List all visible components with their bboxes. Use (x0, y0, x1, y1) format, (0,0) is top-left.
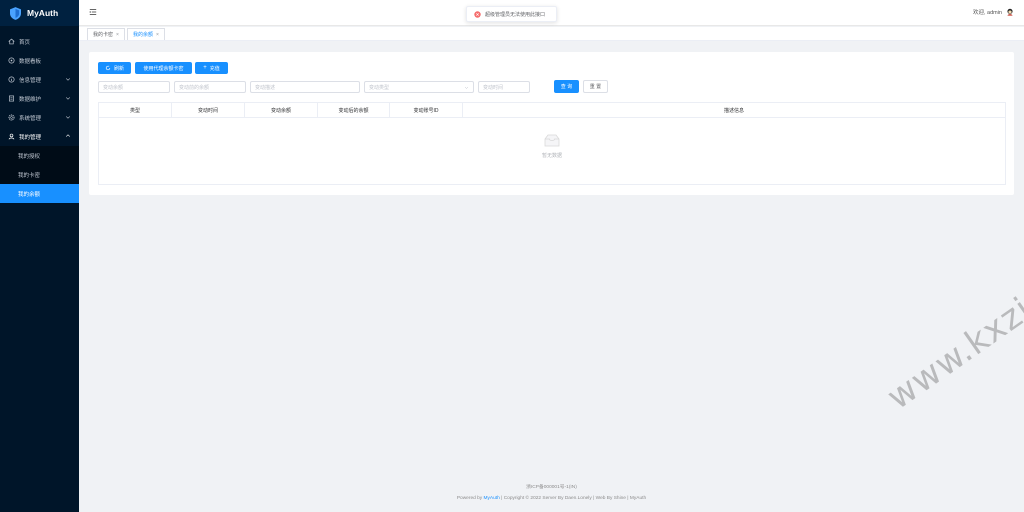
sidebar-item-label: 数据看板 (19, 58, 42, 65)
placeholder: 变动描述 (255, 84, 276, 91)
info-icon (8, 76, 15, 83)
table-header: 类型 变动时间 变动余额 变动后的余额 变动账号ID 描述信息 (99, 103, 1005, 118)
use-agent-card-button[interactable]: 使用代理余额卡密 (135, 62, 192, 74)
watermark: www.kxzi.cn (880, 258, 1024, 418)
chevron-down-icon (65, 97, 71, 100)
placeholder: 变动类型 (369, 84, 390, 91)
myauth-link[interactable]: MyAuth (484, 496, 500, 501)
sidebar-item-info-management[interactable]: 信息管理 (0, 70, 79, 89)
recharge-label: 充值 (209, 65, 220, 72)
menu-toggle-icon[interactable] (89, 8, 97, 16)
chevron-up-icon (65, 134, 71, 137)
user-icon (8, 133, 15, 140)
empty-state: 暂无数据 (99, 133, 1005, 159)
search-button[interactable]: 查 询 (554, 80, 579, 93)
icp-link[interactable]: 浙ICP备000001号-1(IN) (79, 482, 1024, 493)
empty-box-icon (544, 134, 560, 147)
sidebar-item-label: 我的余额 (18, 191, 41, 198)
placeholder: 变动时间 (483, 84, 504, 91)
error-circle-icon (474, 10, 481, 18)
balance-table: 类型 变动时间 变动余额 变动后的余额 变动账号ID 描述信息 暂无数据 (98, 102, 1006, 185)
change-description-input[interactable]: 变动描述 (250, 81, 360, 93)
sidebar-item-home[interactable]: 首页 (0, 32, 79, 51)
chevron-down-icon (65, 78, 71, 81)
tab-my-cards[interactable]: 我的卡密 × (87, 28, 125, 40)
tab-my-balance[interactable]: 我的余额 × (126, 28, 165, 40)
placeholder: 变动余额 (103, 84, 124, 91)
column-header[interactable]: 变动账号ID (390, 103, 463, 118)
main-card: 刷新 使用代理余额卡密 + 充值 变动余额 变动前的余额 变动描述 变动类型 变… (89, 52, 1014, 195)
error-message-toast: 超级管理员无法使用此接口 (466, 6, 557, 22)
tab-label: 我的余额 (132, 32, 153, 38)
logo[interactable]: MyAuth (0, 0, 79, 26)
search-label: 查 询 (560, 84, 573, 90)
column-header[interactable]: 变动时间 (172, 103, 245, 118)
user-welcome[interactable]: 欢迎, admin (973, 8, 1014, 16)
refresh-button[interactable]: 刷新 (98, 62, 131, 74)
avatar[interactable] (1006, 8, 1014, 16)
gear-icon (8, 114, 15, 121)
app-name: MyAuth (27, 8, 59, 18)
balance-before-input[interactable]: 变动前的余额 (174, 81, 246, 93)
sidebar-item-label: 我的授权 (18, 153, 41, 160)
tags-view: 我的卡密 × 我的余额 × (79, 27, 1024, 41)
sidebar: MyAuth 首页 数据看板 信息管理 数据维护 系统管理 我的管理 我的授权 … (0, 0, 79, 512)
sidebar-item-data-maintenance[interactable]: 数据维护 (0, 89, 79, 108)
sidebar-item-my-management[interactable]: 我的管理 (0, 127, 79, 146)
document-icon (8, 95, 15, 102)
change-type-select[interactable]: 变动类型 (364, 81, 474, 93)
sidebar-item-dashboard[interactable]: 数据看板 (0, 51, 79, 70)
empty-text: 暂无数据 (541, 153, 562, 159)
sidebar-item-label: 我的管理 (19, 134, 42, 141)
welcome-text: 欢迎, admin (972, 10, 1002, 16)
sidebar-item-label: 数据维护 (19, 96, 42, 103)
footer: 浙ICP备000001号-1(IN) Powered by MyAuth | C… (79, 482, 1024, 504)
refresh-icon (105, 65, 111, 71)
close-icon[interactable]: × (156, 32, 159, 38)
change-time-picker[interactable]: 变动时间 (478, 81, 530, 93)
dashboard-icon (8, 57, 15, 64)
home-icon (8, 38, 15, 45)
use-card-label: 使用代理余额卡密 (143, 65, 184, 72)
column-header[interactable]: 描述信息 (463, 103, 1005, 118)
reset-label: 重 置 (589, 84, 602, 90)
shield-logo-icon (10, 6, 21, 20)
column-header[interactable]: 变动余额 (245, 103, 318, 118)
recharge-button[interactable]: + 充值 (195, 62, 228, 74)
placeholder: 变动前的余额 (179, 84, 210, 91)
sidebar-subitem-my-balance[interactable]: 我的余额 (0, 184, 79, 203)
sidebar-subitem-my-cards[interactable]: 我的卡密 (0, 165, 79, 184)
powered-prefix: Powered by (456, 496, 484, 501)
amount-change-input[interactable]: 变动余额 (98, 81, 170, 93)
sidebar-item-label: 首页 (19, 39, 31, 46)
close-icon[interactable]: × (116, 32, 119, 38)
sidebar-item-label: 系统管理 (19, 115, 42, 122)
plus-icon: + (203, 65, 207, 71)
sidebar-item-label: 我的卡密 (18, 172, 41, 179)
column-header[interactable]: 类型 (99, 103, 172, 118)
tab-label: 我的卡密 (93, 32, 114, 38)
sidebar-subitem-my-authorization[interactable]: 我的授权 (0, 146, 79, 165)
sidebar-item-system-management[interactable]: 系统管理 (0, 108, 79, 127)
toast-text: 超级管理员无法使用此接口 (485, 11, 546, 18)
reset-button[interactable]: 重 置 (583, 80, 608, 93)
submenu-my-management: 我的授权 我的卡密 我的余额 (0, 146, 79, 203)
copyright-text: | Copyright © 2022 Server By Daen.Lonely… (499, 496, 647, 501)
powered-by: Powered by MyAuth | Copyright © 2022 Ser… (79, 493, 1024, 504)
sidebar-item-label: 信息管理 (19, 77, 42, 84)
refresh-label: 刷新 (113, 65, 124, 72)
chevron-down-icon (65, 116, 71, 119)
chevron-down-icon (464, 86, 469, 89)
column-header[interactable]: 变动后的余额 (318, 103, 390, 118)
